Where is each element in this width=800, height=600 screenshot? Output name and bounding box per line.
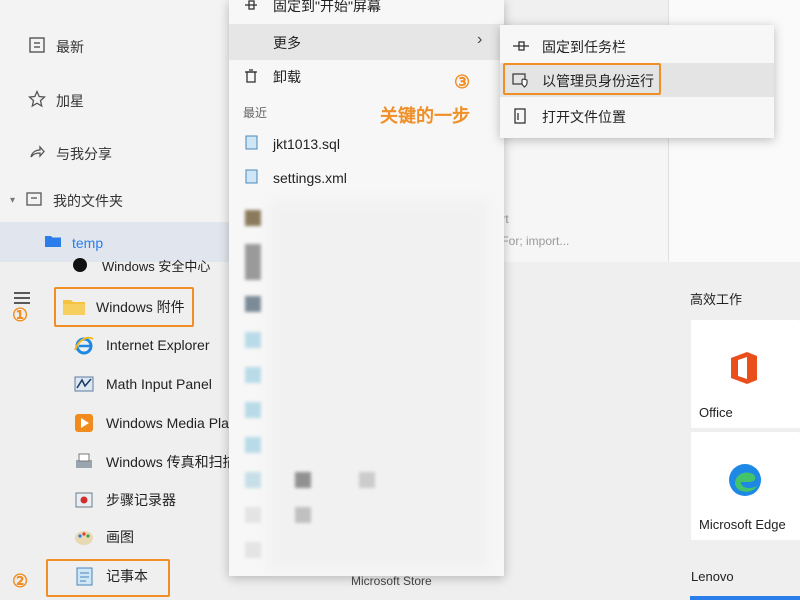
app-item-windows-media-player[interactable]: Windows Media Pla: [72, 408, 229, 438]
annotation-box-notepad: [46, 559, 170, 597]
explorer-sidebar: 最新 加星 与我分享 ▾ 我的文件夹 temp: [0, 0, 232, 262]
app-item-paint[interactable]: 画图: [72, 522, 134, 552]
app-label: Internet Explorer: [106, 337, 210, 353]
redacted-icon: [245, 507, 261, 523]
app-label: 画图: [106, 529, 134, 545]
submenu-item-label: 固定到任务栏: [542, 39, 626, 55]
edge-icon: [727, 462, 763, 503]
math-input-icon: [72, 372, 96, 396]
tile-office[interactable]: Office: [691, 320, 800, 428]
office-icon: [727, 350, 761, 391]
tile-group-title: 高效工作: [690, 292, 743, 307]
app-item-math-input-panel[interactable]: Math Input Panel: [72, 369, 212, 399]
app-item-fax-and-scan[interactable]: Windows 传真和扫描: [72, 447, 237, 477]
nav-label: 最新: [56, 38, 84, 55]
fax-scan-icon: [72, 450, 96, 474]
steps-recorder-icon: [72, 488, 96, 512]
document-icon: [243, 134, 259, 153]
annotation-step-2: ②: [12, 571, 29, 591]
recent-header: 最近: [243, 106, 268, 120]
submenu-item-open-file-location[interactable]: 打开文件位置: [512, 107, 626, 127]
paint-icon: [72, 525, 96, 549]
nav-label: temp: [72, 234, 104, 251]
media-player-icon: [72, 411, 96, 435]
submenu-item-label: 打开文件位置: [542, 109, 626, 125]
trash-icon: [243, 68, 259, 87]
annotation-box-run-as-admin: [503, 63, 661, 95]
app-label: 步骤记录器: [106, 492, 176, 508]
submenu-item-pin-to-taskbar[interactable]: 固定到任务栏: [512, 37, 626, 57]
menu-item-label: 卸载: [273, 69, 301, 85]
pin-icon: [512, 38, 530, 57]
redaction-blur: [269, 200, 489, 570]
nav-item-recent[interactable]: 最新: [28, 36, 84, 57]
recent-icon: [28, 36, 46, 57]
nav-label: 加星: [56, 92, 84, 109]
folder-outline-icon: [25, 190, 43, 211]
redacted-icon: [245, 437, 261, 453]
app-label: Windows 安全中心: [102, 258, 211, 274]
store-label: Microsoft Store: [351, 574, 432, 588]
annotation-key-step: 关键的一步: [380, 106, 470, 126]
nav-item-my-folders[interactable]: ▾ 我的文件夹: [10, 190, 123, 211]
app-item-security-center[interactable]: Windows 安全中心: [68, 254, 210, 276]
menu-item-label: 更多: [273, 35, 301, 51]
file-location-icon: [512, 107, 530, 127]
nav-item-starred[interactable]: 加星: [27, 89, 84, 111]
chevron-down-icon: ▾: [10, 195, 16, 206]
menu-item-pin-to-start[interactable]: 固定到"开始"屏幕: [243, 0, 381, 16]
star-icon: [27, 89, 47, 111]
app-item-internet-explorer[interactable]: Internet Explorer: [72, 330, 210, 360]
app-label: Windows 传真和扫描: [106, 454, 237, 470]
redacted-icon: [245, 244, 261, 280]
recent-file-item[interactable]: settings.xml: [243, 168, 347, 187]
redacted-icon: [245, 367, 261, 383]
redacted-icon: [245, 402, 261, 418]
recent-file-label: settings.xml: [273, 169, 347, 186]
ie-icon: [72, 333, 96, 357]
folder-icon: [44, 232, 62, 253]
recent-file-label: jkt1013.sql: [273, 135, 340, 152]
lenovo-group-title: Lenovo: [691, 569, 734, 584]
app-label: Math Input Panel: [106, 376, 212, 392]
file-preview-panel: port heFor; import...: [488, 130, 668, 262]
tile-microsoft-edge[interactable]: Microsoft Edge: [691, 432, 800, 540]
app-label: Windows Media Pla: [106, 415, 229, 431]
recent-file-item[interactable]: jkt1013.sql: [243, 134, 340, 153]
lenovo-tile-edge: [690, 596, 800, 600]
document-icon: [243, 168, 259, 187]
nav-item-shared[interactable]: 与我分享: [28, 143, 112, 164]
pin-icon: [243, 0, 259, 16]
redacted-icon: [245, 296, 261, 312]
app-item-steps-recorder[interactable]: 步骤记录器: [72, 485, 176, 515]
annotation-step-1: ①: [12, 305, 29, 325]
menu-item-more[interactable]: 更多 ›: [229, 24, 504, 60]
chevron-right-icon: ›: [477, 31, 483, 48]
tile-label: Office: [699, 405, 733, 420]
redacted-icon: [245, 542, 261, 558]
annotation-box-accessories: [54, 287, 194, 327]
shield-icon: [68, 254, 92, 276]
menu-item-uninstall[interactable]: 卸载: [243, 67, 301, 87]
redacted-icon: [245, 210, 261, 226]
tile-label: Microsoft Edge: [699, 517, 786, 532]
menu-item-label: 固定到"开始"屏幕: [273, 0, 381, 14]
nav-label: 我的文件夹: [53, 192, 124, 209]
nav-label: 与我分享: [56, 145, 112, 162]
redacted-icon: [245, 332, 261, 348]
share-icon: [28, 143, 46, 164]
redacted-icon: [245, 472, 261, 488]
annotation-step-3: ③: [454, 72, 471, 92]
